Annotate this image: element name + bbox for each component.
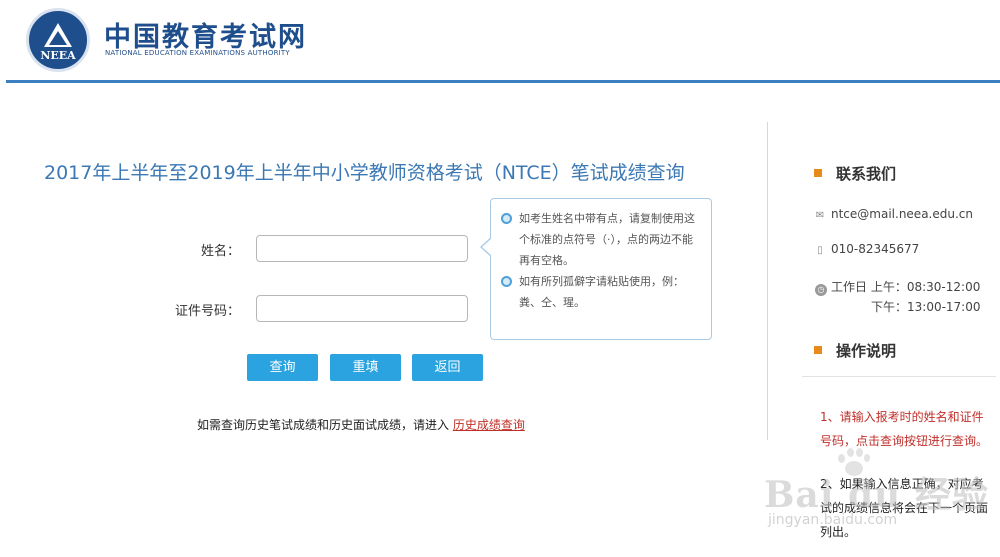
- hours-morning: 上午：08:30-12:00: [870, 280, 981, 294]
- mail-icon: ✉: [815, 210, 825, 221]
- tip-item: 如有所列孤僻字请粘贴使用，例：粪、仝、瑆。: [501, 271, 701, 313]
- contact-phone: ▯ 010-82345677: [815, 242, 919, 256]
- back-button[interactable]: 返回: [412, 354, 483, 381]
- brand-name-en: NATIONAL EDUCATION EXAMINATIONS AUTHORIT…: [105, 49, 290, 57]
- sidebar-divider: [767, 122, 768, 440]
- page-title: 2017年上半年至2019年上半年中小学教师资格考试（NTCE）笔试成绩查询: [44, 162, 685, 184]
- tip-text: 如考生姓名中带有点，请复制使用这个标准的点符号（·），点的两边不能再有空格。: [519, 212, 695, 267]
- phone-icon: ▯: [817, 245, 823, 256]
- neea-logo[interactable]: NEEA: [26, 8, 90, 72]
- page: NEEA 中国教育考试网 NATIONAL EDUCATION EXAMINAT…: [0, 0, 1000, 557]
- instruction-step-1: 1、请输入报考时的姓名和证件号码，点击查询按钮进行查询。: [820, 410, 989, 448]
- id-number-label: 证件号码：: [174, 304, 240, 319]
- logo-text: NEEA: [40, 49, 76, 62]
- contact-heading-text: 联系我们: [836, 165, 897, 183]
- instructions-heading: 操作说明: [814, 340, 896, 361]
- heading-square-icon: [814, 169, 822, 177]
- heading-square-icon: [814, 346, 822, 354]
- bullet-icon: [501, 213, 512, 224]
- instructions-heading-text: 操作说明: [836, 342, 897, 360]
- tip-text: 如有所列孤僻字请粘贴使用，例：粪、仝、瑆。: [519, 275, 684, 309]
- history-scores-link[interactable]: 历史成绩查询: [453, 418, 525, 432]
- name-label: 姓名：: [200, 244, 240, 259]
- working-hours-afternoon: 下午：13:00-17:00: [871, 300, 981, 314]
- tip-item: 如考生姓名中带有点，请复制使用这个标准的点符号（·），点的两边不能再有空格。: [501, 208, 701, 271]
- instructions-divider: [802, 376, 996, 377]
- header-divider: [6, 80, 1000, 83]
- name-input[interactable]: [256, 235, 468, 262]
- id-number-input[interactable]: [256, 295, 468, 322]
- site-header: NEEA 中国教育考试网 NATIONAL EDUCATION EXAMINAT…: [0, 0, 1000, 84]
- bullet-icon: [501, 276, 512, 287]
- email-text[interactable]: ntce@mail.neea.edu.cn: [831, 207, 973, 221]
- instruction-step-2: 2、如果输入信息正确，对应考试的成绩信息将会在下一个页面列出。: [820, 477, 989, 539]
- history-note: 如需查询历史笔试成绩和历史面试成绩，请进入 历史成绩查询: [197, 416, 525, 433]
- working-hours: ◷ 工作日 上午：08:30-12:00: [815, 278, 980, 296]
- contact-heading: 联系我们: [814, 163, 896, 184]
- query-button[interactable]: 查询: [247, 354, 318, 381]
- phone-text: 010-82345677: [831, 242, 920, 256]
- reset-button[interactable]: 重填: [330, 354, 401, 381]
- contact-email: ✉ ntce@mail.neea.edu.cn: [815, 207, 973, 221]
- history-text: 如需查询历史笔试成绩和历史面试成绩，请进入: [197, 418, 450, 432]
- input-tip-box: 如考生姓名中带有点，请复制使用这个标准的点符号（·），点的两边不能再有空格。 如…: [490, 198, 712, 340]
- clock-icon: ◷: [815, 284, 827, 296]
- hours-label: 工作日: [831, 280, 868, 294]
